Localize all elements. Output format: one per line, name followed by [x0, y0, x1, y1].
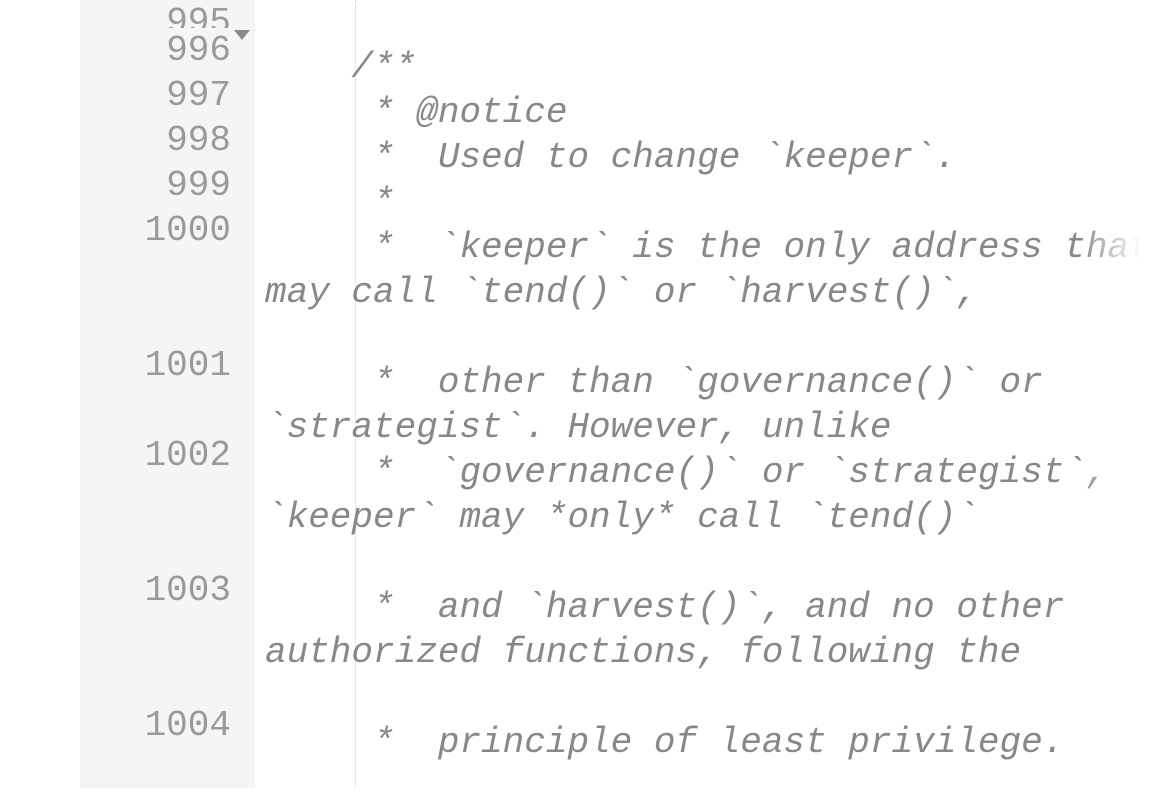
scrollbar-vertical[interactable] [1150, 0, 1168, 788]
line-number: 1000 [80, 208, 255, 343]
code-line[interactable] [265, 0, 1158, 45]
line-number: 997 [80, 73, 255, 118]
code-line[interactable]: * and `harvest()`, and no other authoriz… [265, 585, 1158, 720]
line-number-gutter: 995 996 997 998 999 1000 1001 1002 1003 … [80, 0, 255, 788]
code-line[interactable]: /** [265, 45, 1158, 90]
code-line[interactable]: * principle of least privilege. [265, 720, 1158, 788]
code-line[interactable]: * Used to change `keeper`. [265, 135, 1158, 180]
code-line[interactable]: * `keeper` is the only address that may … [265, 225, 1158, 360]
code-line[interactable]: * @notice [265, 90, 1158, 135]
line-number: 999 [80, 163, 255, 208]
line-number: 1004 [80, 703, 255, 793]
line-number: 995 [80, 0, 255, 28]
line-number: 1002 [80, 433, 255, 568]
fold-marker-icon[interactable] [234, 30, 250, 40]
code-line[interactable]: * other than `governance()` or `strategi… [265, 360, 1158, 450]
line-number: 996 [80, 28, 255, 73]
line-number: 998 [80, 118, 255, 163]
code-editor[interactable]: 995 996 997 998 999 1000 1001 1002 1003 … [0, 0, 1168, 788]
line-number: 1001 [80, 343, 255, 433]
code-content[interactable]: /** * @notice * Used to change `keeper`.… [255, 0, 1158, 788]
line-number: 1003 [80, 568, 255, 703]
code-line[interactable]: * `governance()` or `strategist`, `keepe… [265, 450, 1158, 585]
code-line[interactable]: * [265, 180, 1158, 225]
